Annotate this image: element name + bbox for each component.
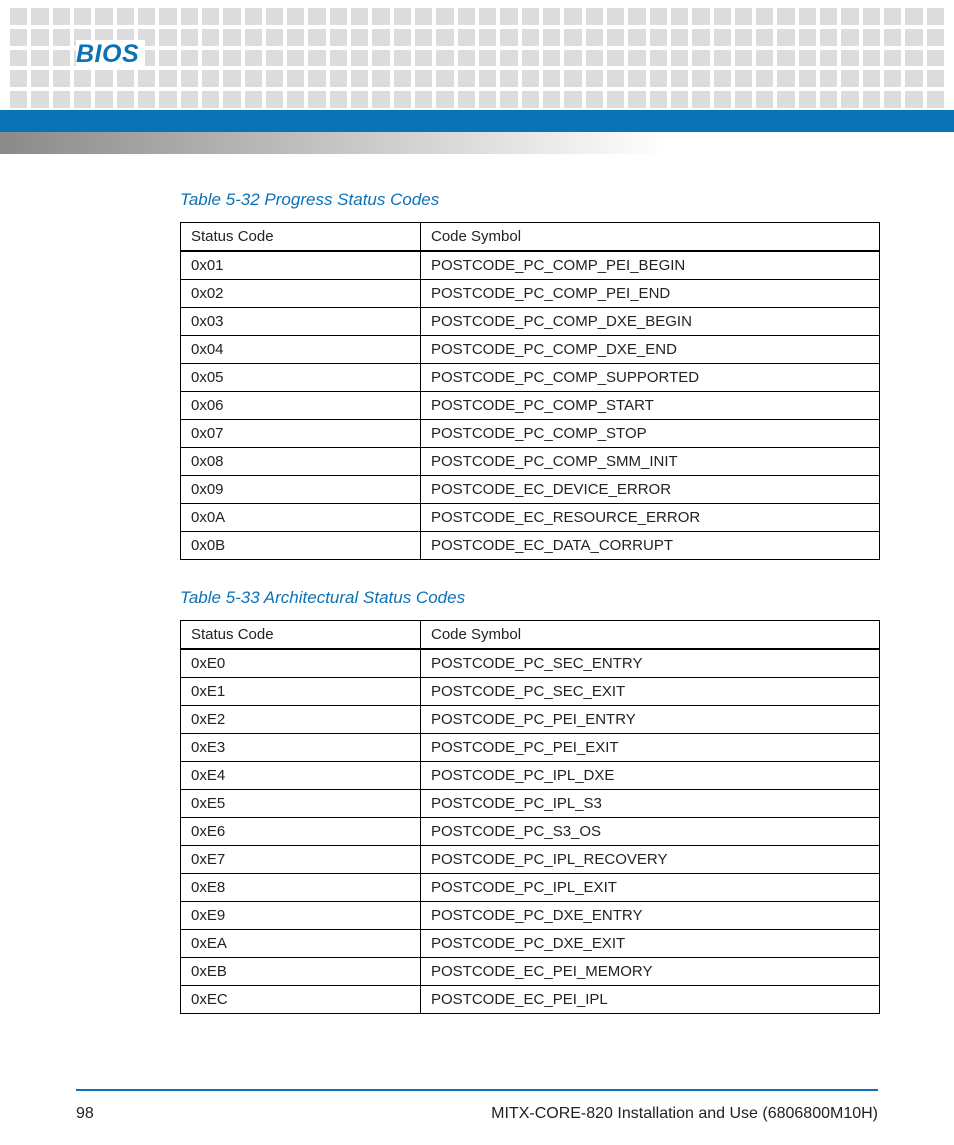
status-code-cell: 0x0B [181, 532, 421, 560]
status-code-cell: 0xE8 [181, 874, 421, 902]
code-symbol-cell: POSTCODE_PC_PEI_ENTRY [421, 706, 880, 734]
status-code-cell: 0xE4 [181, 762, 421, 790]
status-code-cell: 0xE0 [181, 649, 421, 678]
table-row: 0xE6POSTCODE_PC_S3_OS [181, 818, 880, 846]
table-row: 0xE8POSTCODE_PC_IPL_EXIT [181, 874, 880, 902]
table-row: 0x0BPOSTCODE_EC_DATA_CORRUPT [181, 532, 880, 560]
code-symbol-cell: POSTCODE_PC_COMP_SUPPORTED [421, 364, 880, 392]
code-symbol-cell: POSTCODE_PC_COMP_START [421, 392, 880, 420]
status-code-cell: 0x02 [181, 280, 421, 308]
table-header: Code Symbol [421, 223, 880, 252]
status-code-cell: 0xE9 [181, 902, 421, 930]
footer-rule [76, 1089, 878, 1091]
table-caption-progress: Table 5-32 Progress Status Codes [180, 190, 880, 210]
status-code-cell: 0x09 [181, 476, 421, 504]
table-row: 0xE7POSTCODE_PC_IPL_RECOVERY [181, 846, 880, 874]
status-code-cell: 0xE1 [181, 678, 421, 706]
table-row: 0xE3POSTCODE_PC_PEI_EXIT [181, 734, 880, 762]
status-code-cell: 0xE3 [181, 734, 421, 762]
code-symbol-cell: POSTCODE_EC_PEI_IPL [421, 986, 880, 1014]
table-row: 0x0APOSTCODE_EC_RESOURCE_ERROR [181, 504, 880, 532]
table-row: 0xE2POSTCODE_PC_PEI_ENTRY [181, 706, 880, 734]
code-symbol-cell: POSTCODE_PC_SEC_ENTRY [421, 649, 880, 678]
code-symbol-cell: POSTCODE_EC_PEI_MEMORY [421, 958, 880, 986]
status-code-cell: 0xEA [181, 930, 421, 958]
table-row: 0x08POSTCODE_PC_COMP_SMM_INIT [181, 448, 880, 476]
table-row: 0xEBPOSTCODE_EC_PEI_MEMORY [181, 958, 880, 986]
status-code-cell: 0x03 [181, 308, 421, 336]
code-symbol-cell: POSTCODE_PC_PEI_EXIT [421, 734, 880, 762]
status-code-cell: 0x05 [181, 364, 421, 392]
table-row: 0xEAPOSTCODE_PC_DXE_EXIT [181, 930, 880, 958]
status-code-cell: 0xEB [181, 958, 421, 986]
code-symbol-cell: POSTCODE_PC_S3_OS [421, 818, 880, 846]
table-header: Status Code [181, 621, 421, 650]
code-symbol-cell: POSTCODE_EC_DATA_CORRUPT [421, 532, 880, 560]
code-symbol-cell: POSTCODE_PC_COMP_SMM_INIT [421, 448, 880, 476]
table-row: 0xE1POSTCODE_PC_SEC_EXIT [181, 678, 880, 706]
table-row: 0x09POSTCODE_EC_DEVICE_ERROR [181, 476, 880, 504]
code-symbol-cell: POSTCODE_EC_DEVICE_ERROR [421, 476, 880, 504]
status-code-cell: 0xE5 [181, 790, 421, 818]
code-symbol-cell: POSTCODE_PC_COMP_PEI_END [421, 280, 880, 308]
code-symbol-cell: POSTCODE_PC_IPL_EXIT [421, 874, 880, 902]
page-content: Table 5-32 Progress Status Codes Status … [180, 180, 880, 1014]
code-symbol-cell: POSTCODE_PC_COMP_DXE_END [421, 336, 880, 364]
status-code-cell: 0xE6 [181, 818, 421, 846]
status-code-cell: 0x07 [181, 420, 421, 448]
code-symbol-cell: POSTCODE_PC_COMP_PEI_BEGIN [421, 251, 880, 280]
code-symbol-cell: POSTCODE_PC_COMP_STOP [421, 420, 880, 448]
table-row: 0x02POSTCODE_PC_COMP_PEI_END [181, 280, 880, 308]
code-symbol-cell: POSTCODE_PC_DXE_EXIT [421, 930, 880, 958]
table-row: 0x06POSTCODE_PC_COMP_START [181, 392, 880, 420]
code-symbol-cell: POSTCODE_EC_RESOURCE_ERROR [421, 504, 880, 532]
table-progress-status-codes: Status Code Code Symbol 0x01POSTCODE_PC_… [180, 222, 880, 560]
status-code-cell: 0x0A [181, 504, 421, 532]
code-symbol-cell: POSTCODE_PC_IPL_DXE [421, 762, 880, 790]
table-row: 0x07POSTCODE_PC_COMP_STOP [181, 420, 880, 448]
table-row: 0xE0POSTCODE_PC_SEC_ENTRY [181, 649, 880, 678]
page-number: 98 [76, 1105, 94, 1123]
code-symbol-cell: POSTCODE_PC_SEC_EXIT [421, 678, 880, 706]
doc-title: MITX-CORE-820 Installation and Use (6806… [491, 1105, 878, 1123]
table-row: 0xE9POSTCODE_PC_DXE_ENTRY [181, 902, 880, 930]
table-row: 0x04POSTCODE_PC_COMP_DXE_END [181, 336, 880, 364]
table-row: 0xECPOSTCODE_EC_PEI_IPL [181, 986, 880, 1014]
table-header: Code Symbol [421, 621, 880, 650]
section-title: BIOS [76, 40, 145, 69]
table-architectural-status-codes: Status Code Code Symbol 0xE0POSTCODE_PC_… [180, 620, 880, 1014]
status-code-cell: 0x01 [181, 251, 421, 280]
table-row: 0x01POSTCODE_PC_COMP_PEI_BEGIN [181, 251, 880, 280]
status-code-cell: 0x04 [181, 336, 421, 364]
status-code-cell: 0x06 [181, 392, 421, 420]
table-row: 0xE5POSTCODE_PC_IPL_S3 [181, 790, 880, 818]
status-code-cell: 0x08 [181, 448, 421, 476]
status-code-cell: 0xE7 [181, 846, 421, 874]
header-gradient-bar [0, 132, 954, 154]
status-code-cell: 0xE2 [181, 706, 421, 734]
table-row: 0x03POSTCODE_PC_COMP_DXE_BEGIN [181, 308, 880, 336]
table-header: Status Code [181, 223, 421, 252]
status-code-cell: 0xEC [181, 986, 421, 1014]
code-symbol-cell: POSTCODE_PC_COMP_DXE_BEGIN [421, 308, 880, 336]
table-caption-architectural: Table 5-33 Architectural Status Codes [180, 588, 880, 608]
code-symbol-cell: POSTCODE_PC_IPL_RECOVERY [421, 846, 880, 874]
table-row: 0x05POSTCODE_PC_COMP_SUPPORTED [181, 364, 880, 392]
table-row: 0xE4POSTCODE_PC_IPL_DXE [181, 762, 880, 790]
code-symbol-cell: POSTCODE_PC_IPL_S3 [421, 790, 880, 818]
header-blue-bar [0, 110, 954, 132]
page-footer: 98 MITX-CORE-820 Installation and Use (6… [76, 1105, 878, 1123]
code-symbol-cell: POSTCODE_PC_DXE_ENTRY [421, 902, 880, 930]
